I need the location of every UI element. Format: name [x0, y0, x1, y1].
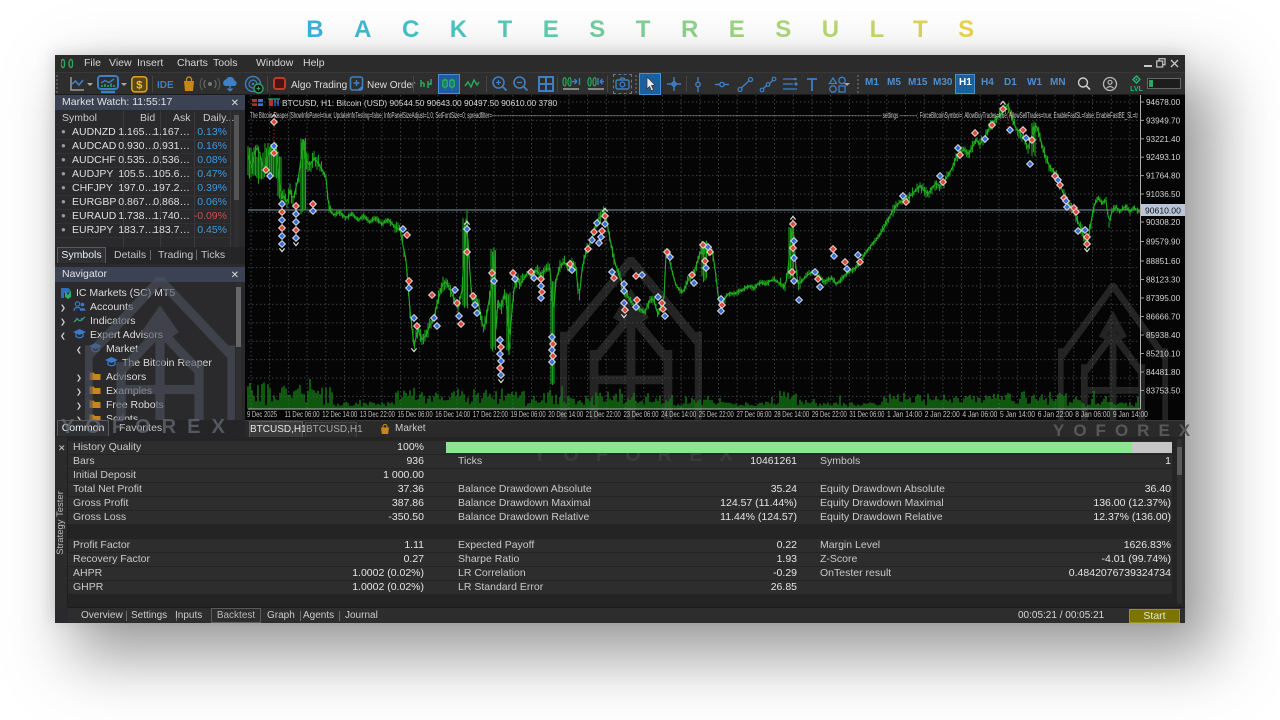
svg-text:15 Dec 06:00: 15 Dec 06:00	[398, 410, 433, 419]
svg-text:93221.40: 93221.40	[1146, 135, 1181, 144]
svg-text:LVL: LVL	[1130, 86, 1143, 93]
svg-text:89579.90: 89579.90	[1146, 238, 1181, 247]
svg-text:86666.70: 86666.70	[1146, 313, 1181, 322]
svg-text:28 Dec 14:00: 28 Dec 14:00	[774, 410, 809, 419]
svg-text:85210.10: 85210.10	[1146, 350, 1181, 359]
svg-text:4 Jan 06:00: 4 Jan 06:00	[962, 410, 997, 419]
svg-text:23 Dec 06:00: 23 Dec 06:00	[624, 410, 659, 419]
svg-text:19 Dec 06:00: 19 Dec 06:00	[511, 410, 546, 419]
svg-text:88851.60: 88851.60	[1146, 257, 1181, 266]
svg-text:91036.50: 91036.50	[1146, 190, 1181, 199]
svg-text:31 Dec 06:00: 31 Dec 06:00	[849, 410, 884, 419]
svg-text:6 Jan 22:00: 6 Jan 22:00	[1038, 410, 1073, 419]
svg-text:8 Jan 06:00: 8 Jan 06:00	[1075, 410, 1110, 419]
svg-text:9 Jan 14:00: 9 Jan 14:00	[1113, 410, 1148, 419]
svg-text:17 Dec 22:00: 17 Dec 22:00	[473, 410, 508, 419]
svg-text:24 Dec 14:00: 24 Dec 14:00	[661, 410, 696, 419]
svg-text:The Bitcoin Reaper [ShowInfoPa: The Bitcoin Reaper [ShowInfoPanel=true; …	[250, 111, 1138, 120]
svg-text:16 Dec 14:00: 16 Dec 14:00	[435, 410, 470, 419]
svg-text:92493.10: 92493.10	[1146, 153, 1181, 162]
svg-text:$: $	[136, 80, 142, 92]
svg-text:94678.00: 94678.00	[1146, 98, 1181, 107]
svg-text:20 Dec 14:00: 20 Dec 14:00	[548, 410, 583, 419]
svg-text:27 Dec 06:00: 27 Dec 06:00	[737, 410, 772, 419]
svg-text:29 Dec 22:00: 29 Dec 22:00	[812, 410, 847, 419]
svg-text:11 Dec 06:00: 11 Dec 06:00	[285, 410, 320, 419]
svg-text:13 Dec 22:00: 13 Dec 22:00	[360, 410, 395, 419]
svg-text:83753.50: 83753.50	[1146, 387, 1181, 396]
svg-text:9 Dec 2025: 9 Dec 2025	[247, 410, 277, 419]
svg-text:87395.00: 87395.00	[1146, 294, 1181, 303]
svg-text:12 Dec 14:00: 12 Dec 14:00	[322, 410, 357, 419]
svg-text:25 Dec 22:00: 25 Dec 22:00	[699, 410, 734, 419]
svg-text:91764.80: 91764.80	[1146, 172, 1181, 181]
svg-text:88123.30: 88123.30	[1146, 276, 1181, 285]
svg-text:5 Jan 14:00: 5 Jan 14:00	[1000, 410, 1035, 419]
svg-text:93949.70: 93949.70	[1146, 116, 1181, 125]
svg-text:90308.20: 90308.20	[1146, 218, 1181, 227]
svg-text:2 Jan 22:00: 2 Jan 22:00	[925, 410, 960, 419]
svg-text:85938.40: 85938.40	[1146, 331, 1181, 340]
svg-text:1 Jan 14:00: 1 Jan 14:00	[887, 410, 922, 419]
svg-text:BTCUSD, H1: Bitcoin (USD) 90: BTCUSD, H1: Bitcoin (USD) 90544.50 90643…	[282, 98, 558, 108]
svg-text:84481.80: 84481.80	[1146, 368, 1181, 377]
svg-text:21 Dec 22:00: 21 Dec 22:00	[586, 410, 621, 419]
svg-text:90610.00: 90610.00	[1145, 206, 1181, 216]
